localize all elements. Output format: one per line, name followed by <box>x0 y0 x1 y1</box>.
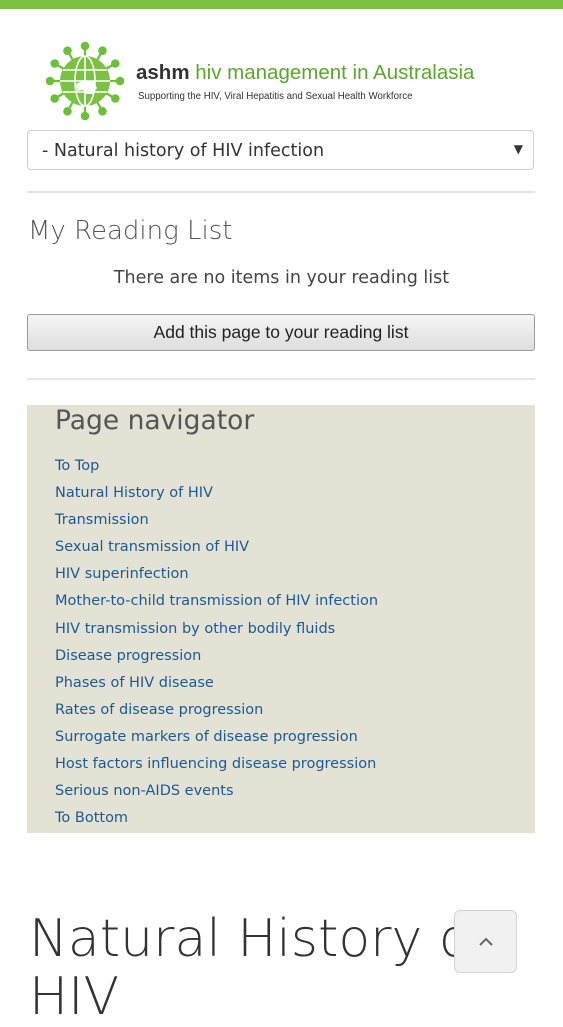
nav-link-non-aids-events[interactable]: Serious non-AIDS events <box>55 780 378 807</box>
page-navigator-links: To Top Natural History of HIV Transmissi… <box>55 455 378 834</box>
page-heading-line2: HIV <box>29 967 120 1027</box>
page-navigator: Page navigator To Top Natural History of… <box>27 405 535 833</box>
page-heading: Natural History of <box>29 909 489 969</box>
nav-link-bodily-fluids[interactable]: HIV transmission by other bodily fluids <box>55 618 378 645</box>
nav-link-phases[interactable]: Phases of HIV disease <box>55 672 378 699</box>
section-select[interactable]: - Natural history of HIV infection ▼ <box>27 130 534 170</box>
page-navigator-title: Page navigator <box>55 405 255 436</box>
section-select-value: - Natural history of HIV infection <box>42 141 325 161</box>
nav-link-transmission[interactable]: Transmission <box>55 509 378 536</box>
nav-link-host-factors[interactable]: Host factors influencing disease progres… <box>55 753 378 780</box>
caret-down-icon: ▼ <box>513 142 523 156</box>
reading-list-empty-message: There are no items in your reading list <box>113 268 450 288</box>
divider <box>27 378 535 380</box>
site-logo[interactable]: ashm hiv management in Australasia Suppo… <box>46 42 526 120</box>
globe-virus-icon <box>46 42 124 120</box>
add-to-reading-list-button[interactable]: Add this page to your reading list <box>27 314 535 351</box>
nav-link-to-bottom[interactable]: To Bottom <box>55 807 378 834</box>
chevron-up-icon <box>479 937 493 946</box>
brand-title: ashm hiv management in Australasia <box>136 61 475 84</box>
brand-tagline: Supporting the HIV, Viral Hepatitis and … <box>138 91 413 102</box>
nav-link-rates[interactable]: Rates of disease progression <box>55 699 378 726</box>
nav-link-surrogate-markers[interactable]: Surrogate markers of disease progression <box>55 726 378 753</box>
divider <box>27 191 535 193</box>
nav-link-superinfection[interactable]: HIV superinfection <box>55 563 378 590</box>
nav-link-mother-to-child[interactable]: Mother-to-child transmission of HIV infe… <box>55 590 378 617</box>
nav-link-disease-progression[interactable]: Disease progression <box>55 645 378 672</box>
nav-link-to-top[interactable]: To Top <box>55 455 378 482</box>
scroll-to-top-button[interactable] <box>454 910 517 973</box>
reading-list-title: My Reading List <box>28 216 233 246</box>
nav-link-natural-history[interactable]: Natural History of HIV <box>55 482 378 509</box>
nav-link-sexual-transmission[interactable]: Sexual transmission of HIV <box>55 536 378 563</box>
top-accent-bar <box>0 0 563 9</box>
